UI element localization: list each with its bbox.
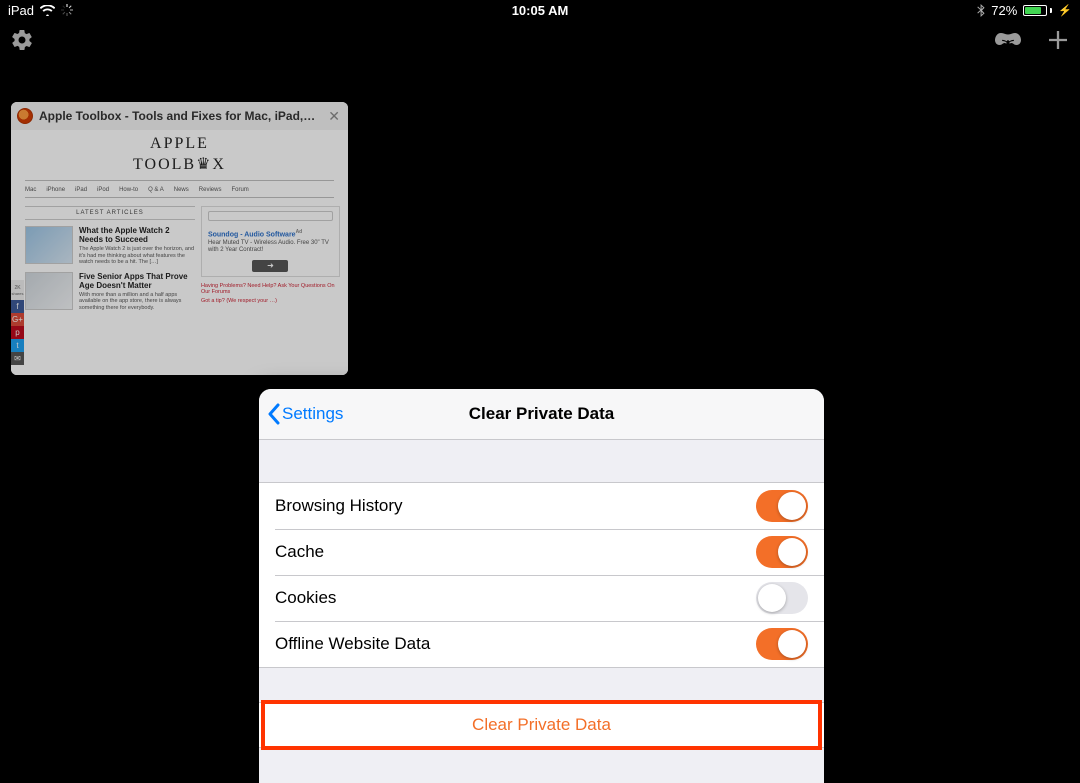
toggle-cache[interactable] (756, 536, 808, 568)
app-toolbar (0, 20, 1080, 60)
private-mode-button[interactable] (994, 32, 1022, 48)
toggle-browsing-history[interactable] (756, 490, 808, 522)
clock: 10:05 AM (512, 3, 569, 18)
device-label: iPad (8, 3, 34, 18)
toggle-cookies[interactable] (756, 582, 808, 614)
clear-private-data-button[interactable]: Clear Private Data (259, 702, 824, 748)
row-offline-data: Offline Website Data (259, 621, 824, 667)
row-cache: Cache (259, 529, 824, 575)
wifi-icon (40, 5, 55, 16)
list-item: What the Apple Watch 2 Needs to SucceedT… (25, 226, 195, 266)
clear-private-data-panel: Settings Clear Private Data Browsing His… (259, 389, 824, 783)
ad-box: Soundog - Audio SoftwareAd Hear Muted TV… (201, 206, 340, 277)
options-list: Browsing History Cache Cookies Offline W… (259, 482, 824, 668)
action-highlight: Clear Private Data (259, 702, 824, 748)
battery-icon (1023, 5, 1052, 16)
site-brand-line1: APPLE (19, 136, 340, 152)
site-brand-line2: TOOLB♛X (19, 154, 340, 174)
settings-button[interactable] (10, 28, 34, 52)
tab-header: Apple Toolbox - Tools and Fixes for Mac,… (11, 102, 348, 130)
loading-icon (61, 4, 73, 16)
back-label: Settings (282, 404, 343, 424)
charging-icon: ⚡ (1058, 4, 1072, 17)
site-menu: MaciPhoneiPadiPodHow-toQ & ANewsReviewsF… (19, 185, 340, 197)
row-cookies: Cookies (259, 575, 824, 621)
tab-title: Apple Toolbox - Tools and Fixes for Mac,… (39, 109, 320, 123)
tab-preview: APPLE TOOLB♛X MaciPhoneiPadiPodHow-toQ &… (11, 130, 348, 375)
tab-thumbnail[interactable]: Apple Toolbox - Tools and Fixes for Mac,… (11, 102, 348, 375)
latest-heading: LATEST ARTICLES (25, 206, 195, 220)
close-tab-button[interactable]: ✕ (326, 108, 342, 125)
list-item: Five Senior Apps That Prove Age Doesn't … (25, 272, 195, 312)
favicon (17, 108, 33, 124)
toggle-offline-data[interactable] (756, 628, 808, 660)
battery-pct: 72% (991, 3, 1017, 18)
back-button[interactable]: Settings (259, 403, 343, 425)
battery-fill (1025, 7, 1041, 14)
social-strip: 2Kshares fG+pt✉ (11, 280, 24, 365)
status-bar: iPad 10:05 AM 72% ⚡ (0, 0, 1080, 20)
modal-title: Clear Private Data (469, 404, 615, 424)
modal-nav: Settings Clear Private Data (259, 389, 824, 440)
row-browsing-history: Browsing History (259, 483, 824, 529)
bluetooth-icon (977, 4, 985, 17)
new-tab-button[interactable] (1046, 28, 1070, 52)
